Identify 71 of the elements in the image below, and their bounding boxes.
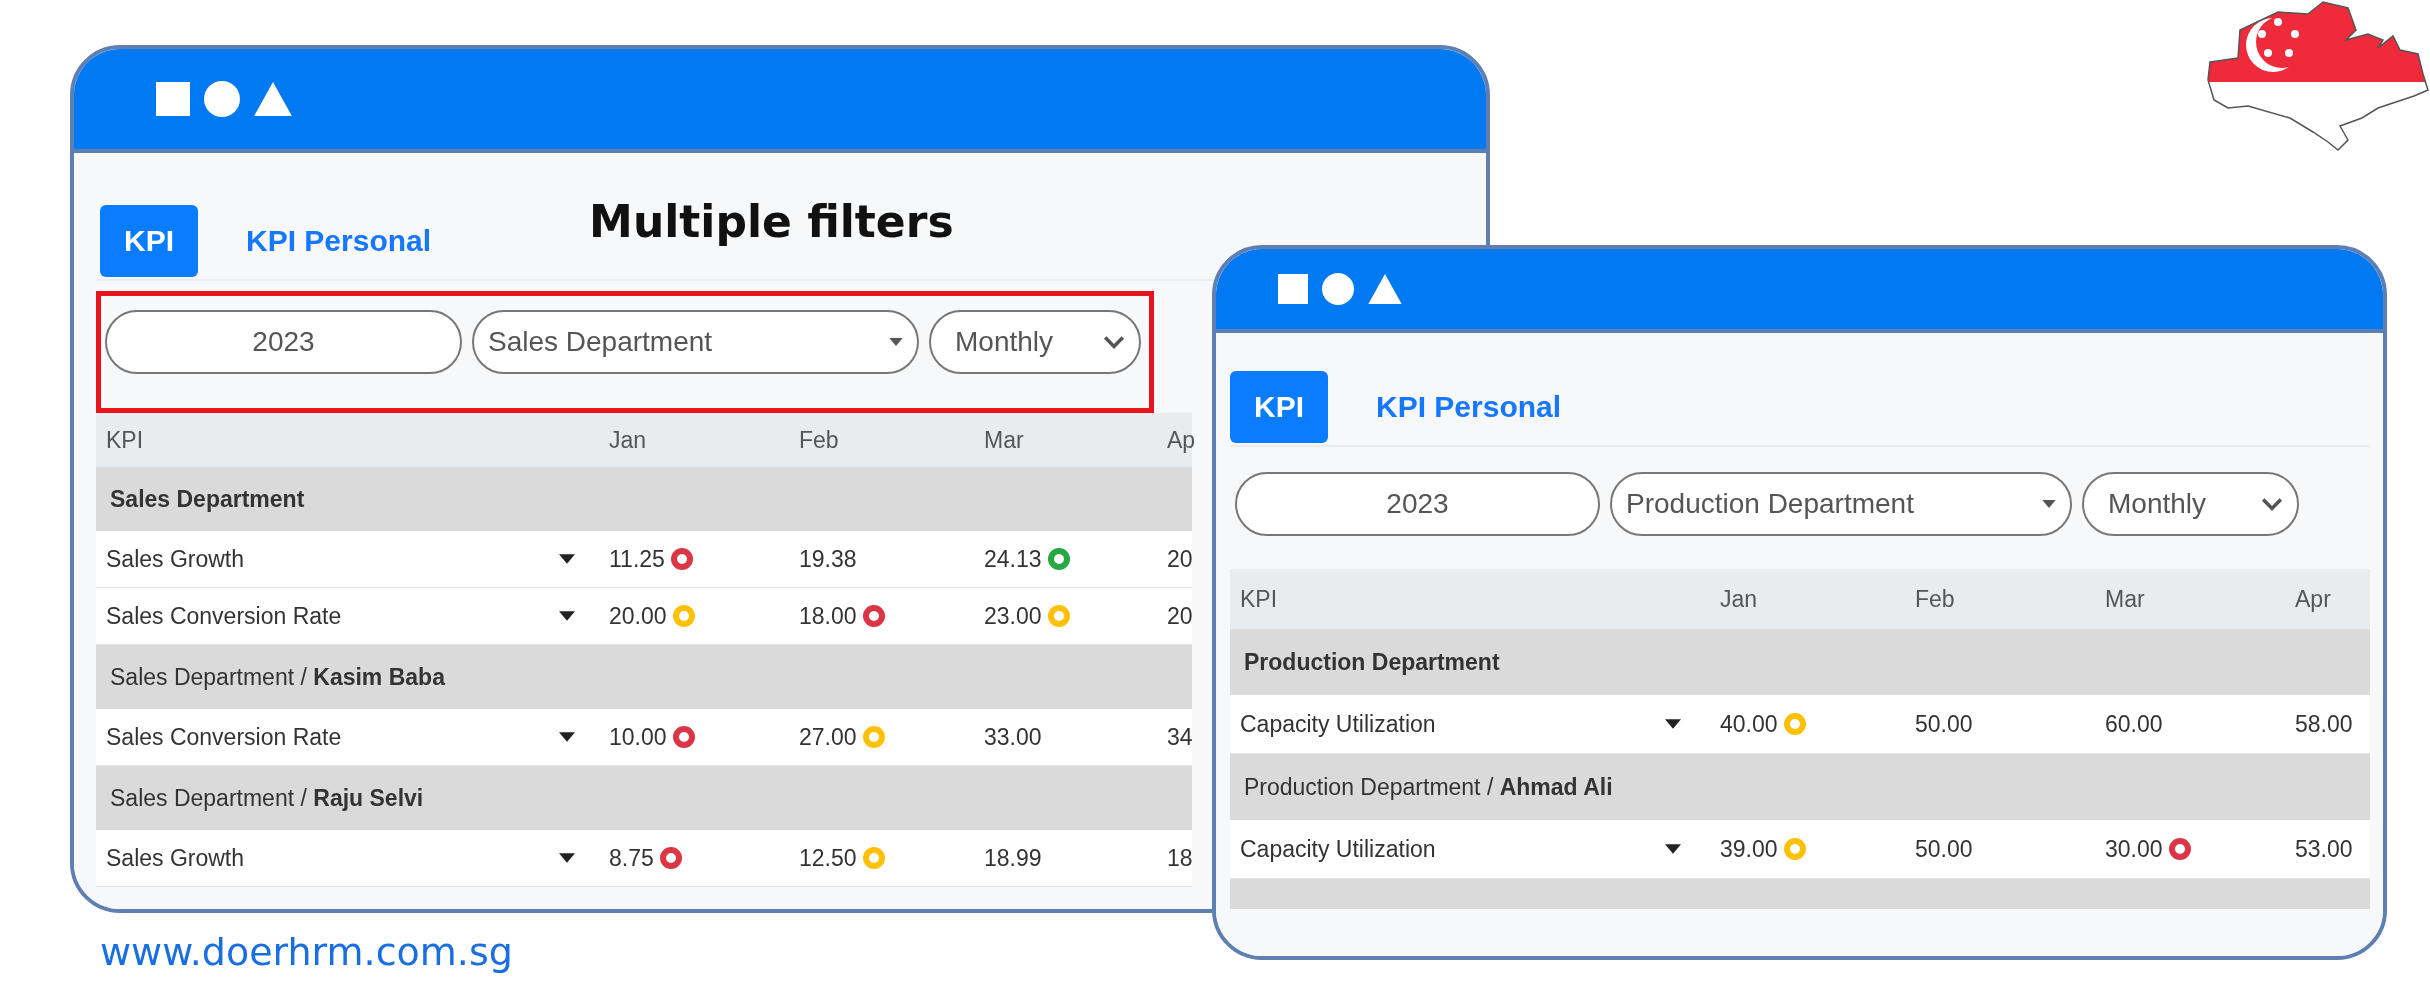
column-header: KPI	[105, 426, 145, 454]
column-header: KPI	[1239, 585, 1279, 613]
cell-value: 20.00	[609, 602, 667, 630]
column-header: Jan	[1719, 585, 1759, 613]
website-url: www.doerhrm.com.sg	[100, 930, 513, 974]
kpi-name: Sales Growth	[105, 545, 246, 573]
cell-value: 40.00	[1720, 710, 1778, 738]
cell-value: 24.13	[984, 545, 1042, 573]
tab[interactable]: KPI Personal	[222, 205, 456, 277]
period-dropdown[interactable]: Monthly	[2082, 472, 2299, 536]
column-header: Mar	[983, 426, 1025, 454]
cell-value: 33.00	[984, 723, 1042, 751]
caret-icon[interactable]	[559, 554, 575, 564]
cell-value: 20	[1167, 545, 1193, 573]
caret-icon[interactable]	[1665, 719, 1681, 729]
column-header: Mar	[2104, 585, 2146, 613]
column-header: Feb	[1914, 585, 1956, 613]
section-title: Multiple filters	[589, 195, 954, 247]
year-field[interactable]: 2023	[1235, 472, 1600, 536]
tab[interactable]: KPI	[100, 205, 198, 277]
cell-value: 18.99	[984, 844, 1042, 872]
cell-value: 23.00	[984, 602, 1042, 630]
cell-value: 18	[1167, 844, 1193, 872]
kpi-name: Sales Growth	[105, 844, 246, 872]
group-header: Sales Department / Raju Selvi	[109, 784, 425, 812]
column-header: Feb	[798, 426, 840, 454]
period-dropdown[interactable]: Monthly	[929, 310, 1141, 374]
square-icon	[1278, 274, 1308, 304]
kpi-name: Sales Conversion Rate	[105, 602, 343, 630]
department-dropdown[interactable]: Sales Department	[472, 310, 919, 374]
group-header: Production Department / Ahmad Ali	[1243, 773, 1614, 801]
column-header: Jan	[608, 426, 648, 454]
column-header: Ap	[1166, 426, 1192, 454]
kpi-name: Capacity Utilization	[1239, 710, 1437, 738]
triangle-icon	[1368, 274, 1402, 304]
circle-icon	[204, 81, 240, 117]
year-field[interactable]: 2023	[105, 310, 462, 374]
cell-value: 60.00	[2105, 710, 2163, 738]
circle-icon	[1322, 273, 1354, 305]
caret-icon[interactable]	[559, 853, 575, 863]
cell-value: 18.00	[799, 602, 857, 630]
kpi-name: Sales Conversion Rate	[105, 723, 343, 751]
cell-value: 53.00	[2295, 835, 2353, 863]
caret-icon[interactable]	[559, 732, 575, 742]
cell-value: 12.50	[799, 844, 857, 872]
cell-value: 27.00	[799, 723, 857, 751]
cell-value: 8.75	[609, 844, 654, 872]
caret-icon	[889, 338, 903, 346]
caret-icon	[2042, 500, 2056, 508]
column-header: Apr	[2294, 585, 2332, 613]
cell-value: 39.00	[1720, 835, 1778, 863]
group-header: Sales Department / Kasim Baba	[109, 663, 447, 691]
cell-value: 30.00	[2105, 835, 2163, 863]
cell-value: 34	[1167, 723, 1193, 751]
caret-icon[interactable]	[1665, 844, 1681, 854]
caret-icon[interactable]	[559, 611, 575, 621]
cell-value: 11.25	[609, 545, 665, 573]
cell-value: 50.00	[1915, 835, 1973, 863]
cell-value: 10.00	[609, 723, 667, 751]
cell-value: 20	[1167, 602, 1193, 630]
cell-value: 19.38	[799, 545, 857, 573]
triangle-icon	[254, 82, 292, 116]
kpi-name: Capacity Utilization	[1239, 835, 1437, 863]
cell-value: 58.00	[2295, 710, 2353, 738]
tab[interactable]: KPI Personal	[1352, 371, 1586, 443]
group-header: Sales Department	[109, 485, 306, 513]
department-dropdown[interactable]: Production Department	[1610, 472, 2072, 536]
tab[interactable]: KPI	[1230, 371, 1328, 443]
group-header: Production Department	[1243, 648, 1501, 676]
cell-value: 50.00	[1915, 710, 1973, 738]
square-icon	[156, 82, 190, 116]
